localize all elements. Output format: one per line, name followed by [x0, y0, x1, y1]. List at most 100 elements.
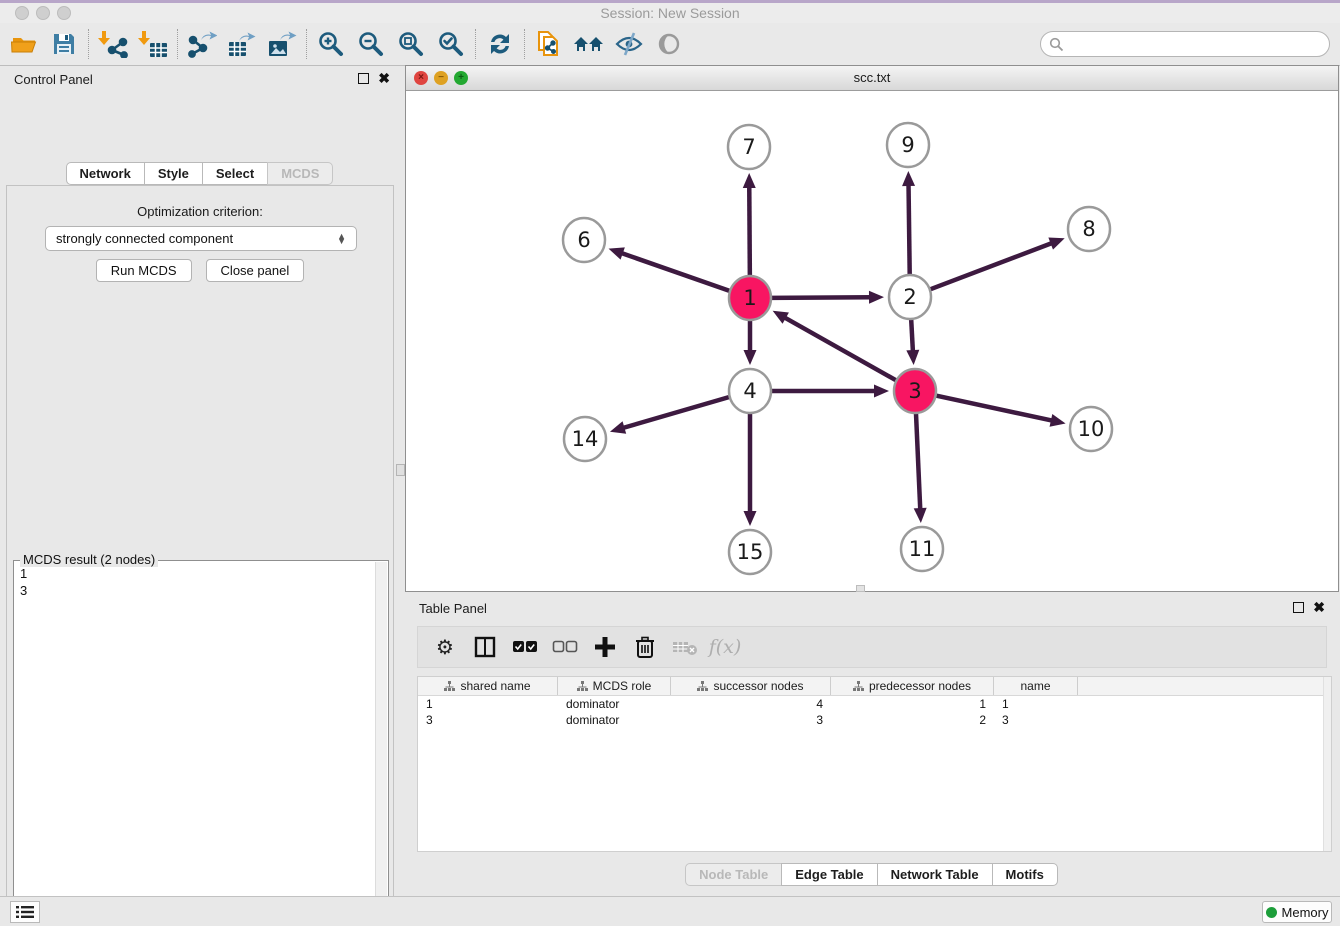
graph-node-label: 2 [903, 285, 916, 309]
table-cell[interactable]: dominator [558, 712, 671, 728]
close-panel-button[interactable]: Close panel [206, 259, 305, 282]
main-toolbar [0, 23, 1340, 66]
delete-row-button[interactable] [628, 630, 662, 664]
refresh-icon [486, 30, 514, 58]
tab-network-table[interactable]: Network Table [877, 863, 993, 886]
graph-node-label: 10 [1078, 417, 1105, 441]
result-scrollbar[interactable] [375, 562, 387, 926]
column-header-predecessor-nodes[interactable]: predecessor nodes [831, 677, 994, 695]
show-column-button[interactable] [468, 630, 502, 664]
delete-table-icon [672, 638, 698, 656]
table-cell[interactable]: dominator [558, 696, 671, 712]
column-label: successor nodes [713, 679, 803, 693]
zoom-selected-button[interactable] [431, 26, 471, 62]
column-header-MCDS-role[interactable]: MCDS role [558, 677, 671, 695]
splitter-grip[interactable] [396, 464, 405, 476]
table-cell[interactable]: 4 [671, 696, 831, 712]
save-session-button[interactable] [44, 26, 84, 62]
eye-slash-icon [614, 31, 644, 57]
table-toolbar: ⚙ [417, 626, 1327, 668]
criterion-select[interactable]: strongly connected component ▲▼ [45, 226, 357, 251]
table-settings-button[interactable]: ⚙ [428, 630, 462, 664]
tab-style[interactable]: Style [144, 162, 203, 185]
table-cell[interactable]: 3 [671, 712, 831, 728]
import-table-icon [138, 30, 168, 58]
column-header-successor-nodes[interactable]: successor nodes [671, 677, 831, 695]
tab-edge-table[interactable]: Edge Table [781, 863, 877, 886]
zoom-fit-button[interactable] [391, 26, 431, 62]
function-builder-button-disabled: f(x) [708, 630, 742, 664]
open-session-button[interactable] [4, 26, 44, 62]
copy-network-button[interactable] [529, 26, 569, 62]
houses-icon [573, 31, 605, 57]
tab-mcds[interactable]: MCDS [267, 162, 333, 185]
mcds-result-text[interactable]: 1 3 [20, 565, 27, 599]
table-panel: Table Panel ✖ ⚙ [405, 595, 1339, 890]
network-canvas[interactable]: 7968124314101511 [406, 91, 1338, 591]
export-table-icon [227, 30, 257, 58]
toggle-graphics-details-button[interactable] [609, 26, 649, 62]
import-table-button[interactable] [133, 26, 173, 62]
network-resize-grip[interactable] [856, 585, 865, 592]
tab-select[interactable]: Select [202, 162, 268, 185]
criterion-value: strongly connected component [56, 231, 233, 246]
task-history-button[interactable] [10, 901, 40, 923]
column-header-shared-name[interactable]: shared name [418, 677, 558, 695]
export-network-icon [187, 30, 217, 58]
graph-node-label: 6 [577, 228, 590, 252]
network-view-title: scc.txt [406, 70, 1338, 85]
export-table-button[interactable] [222, 26, 262, 62]
export-image-icon [267, 30, 297, 58]
export-network-button[interactable] [182, 26, 222, 62]
export-image-button[interactable] [262, 26, 302, 62]
table-float-icon[interactable] [1293, 602, 1304, 613]
search-icon [1049, 37, 1064, 52]
mcds-tab-content: Optimization criterion: strongly connect… [6, 185, 394, 926]
tab-node-table[interactable]: Node Table [685, 863, 782, 886]
search-input[interactable] [1068, 34, 1329, 54]
show-all-networks-button[interactable] [569, 26, 609, 62]
table-cell[interactable]: 2 [831, 712, 994, 728]
zoom-in-button[interactable] [311, 26, 351, 62]
run-mcds-button[interactable]: Run MCDS [96, 259, 192, 282]
close-panel-icon[interactable]: ✖ [378, 72, 390, 85]
tab-motifs[interactable]: Motifs [992, 863, 1058, 886]
table-cell[interactable]: 1 [994, 696, 1078, 712]
delete-table-button-disabled [668, 630, 702, 664]
zoom-selected-icon [437, 30, 465, 58]
control-panel-header: Control Panel ✖ [0, 66, 400, 94]
zoom-fit-icon [397, 30, 425, 58]
app-window: Session: New Session [0, 0, 1340, 926]
apply-layout-button[interactable] [480, 26, 520, 62]
toggle-bird-eye-view-button[interactable] [649, 26, 689, 62]
memory-button[interactable]: Memory [1262, 901, 1332, 923]
table-cell[interactable]: 1 [418, 696, 558, 712]
deselect-all-button[interactable] [548, 630, 582, 664]
plus-icon [594, 636, 616, 658]
table-cell[interactable]: 3 [418, 712, 558, 728]
graph-node-label: 4 [743, 379, 756, 403]
table-cell[interactable]: 1 [831, 696, 994, 712]
column-header-name[interactable]: name [994, 677, 1078, 695]
table-panel-title: Table Panel [419, 601, 487, 616]
zoom-out-button[interactable] [351, 26, 391, 62]
select-all-button[interactable] [508, 630, 542, 664]
zoom-out-icon [357, 30, 385, 58]
table-scrollbar[interactable] [1323, 677, 1331, 851]
table-cell[interactable]: 3 [994, 712, 1078, 728]
save-disk-icon [51, 31, 77, 57]
table-row[interactable]: 3dominator323 [418, 712, 1331, 728]
table-close-icon[interactable]: ✖ [1313, 601, 1325, 614]
import-network-button[interactable] [93, 26, 133, 62]
float-panel-icon[interactable] [358, 73, 369, 84]
add-row-button[interactable] [588, 630, 622, 664]
graph-node-label: 8 [1082, 217, 1095, 241]
memory-label: Memory [1282, 905, 1329, 920]
node-table: shared name MCDS role successor nodes pr… [417, 676, 1332, 852]
column-label: shared name [460, 679, 530, 693]
tab-network[interactable]: Network [66, 162, 145, 185]
column-type-icon [577, 681, 588, 692]
status-bar: Memory [0, 896, 1340, 926]
open-folder-icon [10, 31, 38, 57]
table-row[interactable]: 1dominator411 [418, 696, 1331, 712]
